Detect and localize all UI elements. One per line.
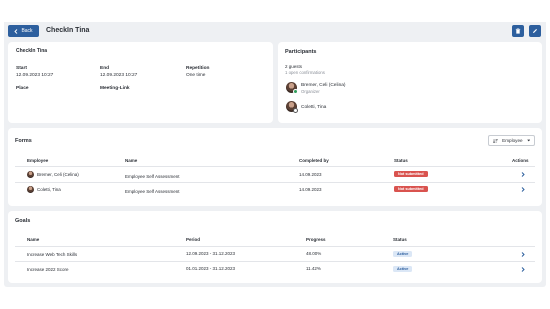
completed-by-date: 14.09.2023	[299, 187, 322, 192]
forms-card: Forms Employee Employee Name Completed b…	[8, 128, 542, 206]
goals-title: Goals	[15, 218, 31, 224]
goals-card: Goals Name Period Progress Status Increa…	[8, 211, 542, 283]
clock-icon	[293, 108, 298, 113]
forms-title: Forms	[15, 138, 32, 144]
goal-period: 01.01.2023 - 31.12.2023	[186, 266, 236, 271]
top-bar: Back CheckIn Tina	[4, 22, 546, 40]
caret-down-icon	[526, 139, 530, 142]
trash-icon	[515, 28, 521, 34]
open-confirmations: 1 open confirmations	[285, 70, 325, 75]
goal-period: 12.09.2023 - 31.12.2023	[186, 251, 236, 256]
repetition-label: Repetition	[186, 66, 210, 71]
start-label: Start	[16, 66, 27, 71]
form-name: Employee Self Assessment	[125, 174, 180, 179]
goal-progress: 11.42%	[306, 266, 321, 271]
avatar	[27, 171, 34, 178]
column-header-completed-by[interactable]: Completed by	[299, 158, 329, 163]
details-card: CheckIn Tina Start 12.09.2023 10:27 End …	[8, 42, 273, 123]
pencil-icon	[533, 29, 537, 33]
repetition-value: One time	[186, 73, 206, 78]
chevron-left-icon	[14, 28, 18, 34]
start-value: 12.09.2023 10:27	[16, 73, 54, 78]
column-header-status[interactable]: Status	[393, 237, 407, 242]
employee-name: Coletti, Tina	[37, 187, 61, 192]
status-badge: Not submitted	[394, 186, 428, 192]
employee-name: Bremer, Celi (Celina)	[37, 172, 79, 177]
status-badge: Active	[393, 251, 413, 257]
goal-progress: 48.00%	[306, 251, 322, 256]
divider	[15, 261, 535, 262]
goal-name: Increase Web Tech Skills	[27, 252, 78, 257]
guests-count: 2 guests	[285, 64, 303, 69]
avatar	[27, 186, 34, 193]
divider	[15, 166, 535, 167]
column-header-period[interactable]: Period	[186, 237, 200, 242]
back-button[interactable]: Back	[8, 25, 39, 37]
column-header-progress[interactable]: Progress	[306, 237, 326, 242]
details-title: CheckIn Tina	[16, 48, 48, 54]
end-label: End	[100, 66, 110, 71]
participant-name: Bremer, Celi (Celina)	[301, 83, 346, 88]
chevron-right-icon	[521, 171, 525, 177]
participants-title: Participants	[285, 49, 317, 55]
divider	[15, 246, 535, 247]
participants-card: Participants 2 guests 1 open confirmatio…	[278, 42, 542, 123]
sort-icon	[493, 138, 498, 143]
divider	[15, 182, 535, 183]
column-header-name[interactable]: Name	[125, 158, 137, 163]
edit-button[interactable]	[529, 25, 541, 37]
open-goal-button[interactable]	[519, 250, 527, 258]
delete-button[interactable]	[512, 25, 524, 37]
open-form-button[interactable]	[519, 170, 527, 178]
open-goal-button[interactable]	[519, 265, 527, 273]
back-button-label: Back	[21, 28, 33, 34]
status-badge: Active	[393, 266, 413, 272]
app-window: Back CheckIn Tina CheckIn Tina Start 12.…	[4, 22, 546, 287]
end-value: 12.09.2023 10:27	[100, 73, 138, 78]
column-header-employee[interactable]: Employee	[27, 158, 48, 163]
goal-name: Increase 2022 Score	[27, 267, 69, 272]
meeting-link-label: Meeting-Link	[100, 86, 130, 91]
employee-filter-label: Employee	[502, 138, 523, 143]
column-header-actions: Actions	[512, 158, 529, 163]
participant-role: Organizer	[301, 89, 320, 94]
column-header-name[interactable]: Name	[27, 237, 39, 242]
participant-name: Coletti, Tina	[301, 105, 327, 110]
chevron-right-icon	[521, 251, 525, 257]
page-title: CheckIn Tina	[46, 27, 90, 34]
completed-by-date: 14.09.2023	[299, 172, 322, 177]
employee-filter-select[interactable]: Employee	[488, 135, 535, 146]
chevron-right-icon	[521, 186, 525, 192]
open-form-button[interactable]	[519, 185, 527, 193]
check-circle-icon	[293, 89, 298, 94]
form-name: Employee Self Assessment	[125, 189, 180, 194]
column-header-status[interactable]: Status	[394, 158, 408, 163]
status-badge: Not submitted	[394, 171, 428, 177]
place-label: Place	[16, 86, 29, 91]
chevron-right-icon	[521, 266, 525, 272]
